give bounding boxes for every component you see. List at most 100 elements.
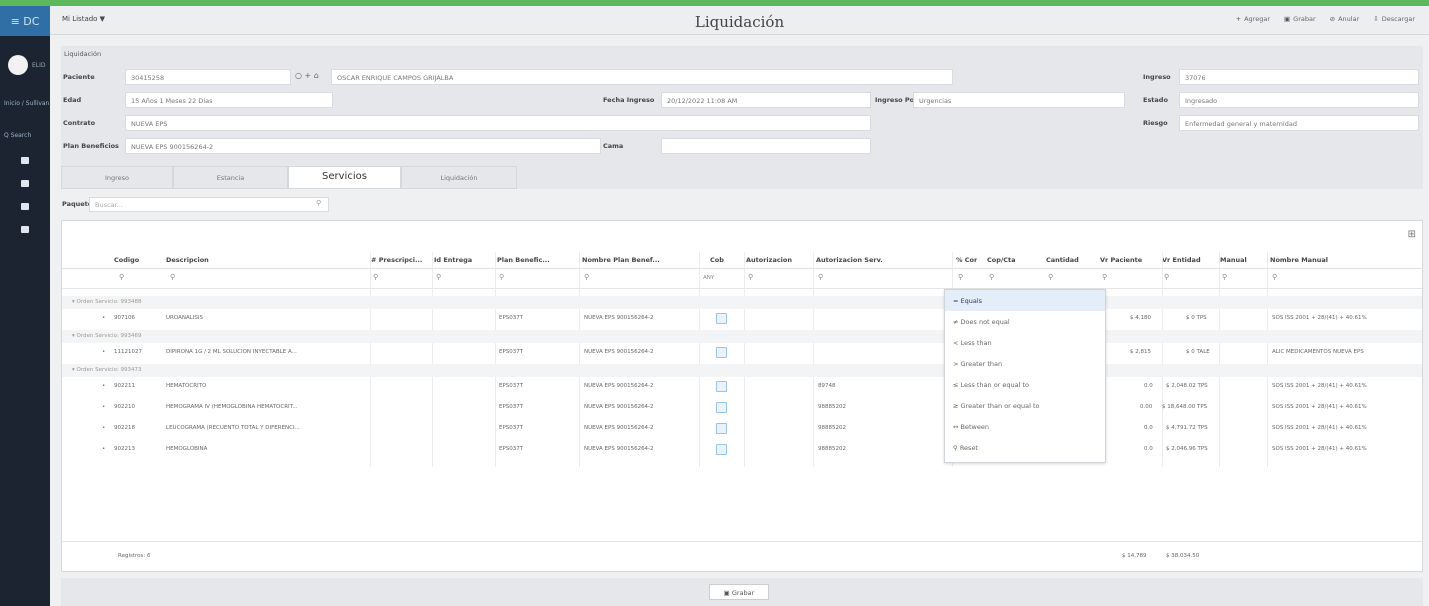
column-header-vr-entidad[interactable]: Vr Entidad — [1162, 256, 1201, 264]
filter-icon[interactable]: ⚲ — [499, 273, 504, 281]
menu-item-equals[interactable]: = Equals — [945, 290, 1105, 311]
cell-vr-entidad: $ 2,046.96 TPS — [1166, 446, 1208, 452]
download-button[interactable]: ⇩ Descargar — [1373, 15, 1415, 23]
filter-icon[interactable]: ⚲ — [989, 273, 994, 281]
cell-descripcion: HEMOGLOBINA — [166, 446, 208, 452]
menu-item-reset[interactable]: ⚲ Reset — [945, 437, 1105, 458]
menu-toggle-button[interactable]: ≡ DC — [0, 6, 50, 36]
cell-codigo: 902213 — [114, 446, 135, 452]
column-header-nombre-manual[interactable]: Nombre Manual — [1270, 256, 1328, 264]
folder-icon[interactable] — [21, 180, 29, 187]
filter-icon[interactable]: ⚲ — [958, 273, 963, 281]
cell-nombre-plan: NUEVA EPS 900156264-2 — [584, 349, 654, 355]
menu-item-not-equal[interactable]: ≠ Does not equal — [945, 311, 1105, 332]
filter-icon[interactable]: ⚲ — [818, 273, 823, 281]
column-header-nombre-plan[interactable]: Nombre Plan Benef... — [582, 256, 690, 264]
panel-title: Liquidación — [64, 50, 102, 58]
filter-icon[interactable]: ⚲ — [1102, 273, 1107, 281]
table-row[interactable]: • 11121027 DIPIRONA 1G / 2 ML SOLUCION I… — [62, 343, 1422, 363]
save-button[interactable]: ▣ Grabar — [709, 584, 769, 600]
column-header-autorizacion[interactable]: Autorizacion — [746, 256, 792, 264]
cell-vr-paciente: $ 4,180 — [1130, 315, 1151, 321]
tab-bar: Ingreso Estancia Servicios Liquidación — [61, 166, 1423, 189]
row-bullet: • — [102, 315, 106, 321]
cancel-button[interactable]: ⊘ Anular — [1330, 15, 1360, 23]
cob-checkbox[interactable] — [716, 313, 727, 324]
patient-action-icons[interactable]: ○ + ⌂ — [295, 71, 319, 80]
group-header[interactable]: ▾ Orden Servicio: 993469 — [62, 330, 1422, 343]
column-header-cor[interactable]: % Cor — [956, 256, 977, 264]
page-title: Liquidación — [694, 13, 785, 31]
filter-icon[interactable]: ⚲ — [748, 273, 753, 281]
cell-codigo: 902218 — [114, 425, 135, 431]
filter-icon[interactable]: ⚲ — [1048, 273, 1053, 281]
cob-checkbox[interactable] — [716, 347, 727, 358]
filter-icon[interactable]: ⚲ — [1272, 273, 1277, 281]
menu-item-less-equal[interactable]: ≤ Less than or equal to — [945, 374, 1105, 395]
column-header-cantidad[interactable]: Cantidad — [1046, 256, 1079, 264]
filter-icon[interactable]: ⚲ — [373, 273, 378, 281]
cob-checkbox[interactable] — [716, 444, 727, 455]
cob-checkbox[interactable] — [716, 423, 727, 434]
cell-descripcion: DIPIRONA 1G / 2 ML SOLUCION INYECTABLE A… — [166, 349, 297, 355]
column-header-descripcion[interactable]: Descripcion — [166, 256, 209, 264]
filter-row: ⚲ ⚲ ⚲ ⚲ ⚲ ⚲ ANY ⚲ ⚲ ⚲ ⚲ ⚲ ⚲ ⚲ ⚲ ⚲ — [62, 269, 1422, 289]
package-search-row: Paquete Buscar... ⚲ — [61, 194, 1423, 216]
tab-ingreso[interactable]: Ingreso — [61, 166, 173, 189]
group-header[interactable]: ▾ Orden Servicio: 993473 — [62, 364, 1422, 377]
cell-descripcion: LEUCOGRAMA (RECUENTO TOTAL Y DIFERENCI..… — [166, 425, 300, 431]
filter-icon[interactable]: ⚲ — [1164, 273, 1169, 281]
save-icon: ▣ — [723, 589, 732, 597]
column-header-prescripcion[interactable]: # Prescripci... — [371, 256, 431, 264]
column-header-autorizacion-serv[interactable]: Autorizacion Serv. — [816, 256, 883, 264]
sidebar-link-home[interactable]: Inicio / Sullivan — [4, 100, 49, 107]
filter-icon[interactable]: ⚲ — [170, 273, 175, 281]
sidebar-search-input[interactable]: Q Search — [4, 132, 31, 139]
table-row[interactable]: • 902211 HEMATOCRITO EPS037T NUEVA EPS 9… — [62, 377, 1422, 397]
column-header-manual[interactable]: Manual — [1220, 256, 1247, 264]
folder-icon[interactable] — [21, 226, 29, 233]
column-header-cob[interactable]: Cob — [710, 256, 724, 264]
tab-estancia[interactable]: Estancia — [173, 166, 288, 189]
cell-vr-entidad: $ 0 TPS — [1186, 315, 1207, 321]
table-row[interactable]: • 902210 HEMOGRAMA IV (HEMOGLOBINA HEMAT… — [62, 398, 1422, 418]
column-header-vr-paciente[interactable]: Vr Paciente — [1100, 256, 1142, 264]
package-search-input[interactable]: Buscar... — [89, 197, 329, 212]
menu-item-greater-equal[interactable]: ≥ Greater than or equal to — [945, 395, 1105, 416]
export-icon[interactable]: ⊞ — [1408, 229, 1416, 240]
cob-checkbox[interactable] — [716, 381, 727, 392]
filter-icon[interactable]: ⚲ — [119, 273, 124, 281]
save-button[interactable]: ▣ Grabar — [1284, 15, 1316, 23]
avatar[interactable] — [8, 55, 28, 75]
column-header-id-entrega[interactable]: Id Entrega — [434, 256, 494, 264]
menu-item-less-than[interactable]: < Less than — [945, 332, 1105, 353]
menu-item-greater-than[interactable]: > Greater than — [945, 353, 1105, 374]
patient-id-field[interactable]: 30415258 — [125, 69, 291, 85]
row-bullet: • — [102, 383, 106, 389]
age-label: Edad — [63, 96, 82, 104]
folder-icon[interactable] — [21, 157, 29, 164]
folder-icon[interactable] — [21, 203, 29, 210]
tab-servicios[interactable]: Servicios — [288, 166, 401, 189]
filter-icon[interactable]: ⚲ — [1222, 273, 1227, 281]
add-button[interactable]: + Agregar — [1236, 15, 1270, 23]
admission-field[interactable]: 37076 — [1179, 69, 1419, 85]
tab-liquidacion[interactable]: Liquidación — [401, 166, 517, 189]
column-header-codigo[interactable]: Codigo — [114, 256, 139, 264]
column-header-plan[interactable]: Plan Benefic... — [497, 256, 555, 264]
cob-checkbox[interactable] — [716, 402, 727, 413]
cob-filter-select[interactable]: ANY — [703, 275, 714, 281]
cell-plan: EPS037T — [499, 315, 524, 321]
filter-icon[interactable]: ⚲ — [584, 273, 589, 281]
table-row[interactable]: • 907106 UROANALISIS EPS037T NUEVA EPS 9… — [62, 309, 1422, 329]
cell-codigo: 902211 — [114, 383, 135, 389]
bottom-bar: ▣ Grabar — [61, 578, 1423, 606]
table-row[interactable]: • 902218 LEUCOGRAMA (RECUENTO TOTAL Y DI… — [62, 419, 1422, 439]
menu-item-between[interactable]: ↔ Between — [945, 416, 1105, 437]
filter-icon[interactable]: ⚲ — [436, 273, 441, 281]
column-header-cop-cta[interactable]: Cop/Cta — [987, 256, 1016, 264]
table-row[interactable]: • 902213 HEMOGLOBINA EPS037T NUEVA EPS 9… — [62, 440, 1422, 460]
cell-vr-entidad: $ 18,648.00 TPS — [1162, 404, 1208, 410]
cell-plan: EPS037T — [499, 383, 524, 389]
group-header[interactable]: ▾ Orden Servicio: 993488 — [62, 296, 1422, 309]
